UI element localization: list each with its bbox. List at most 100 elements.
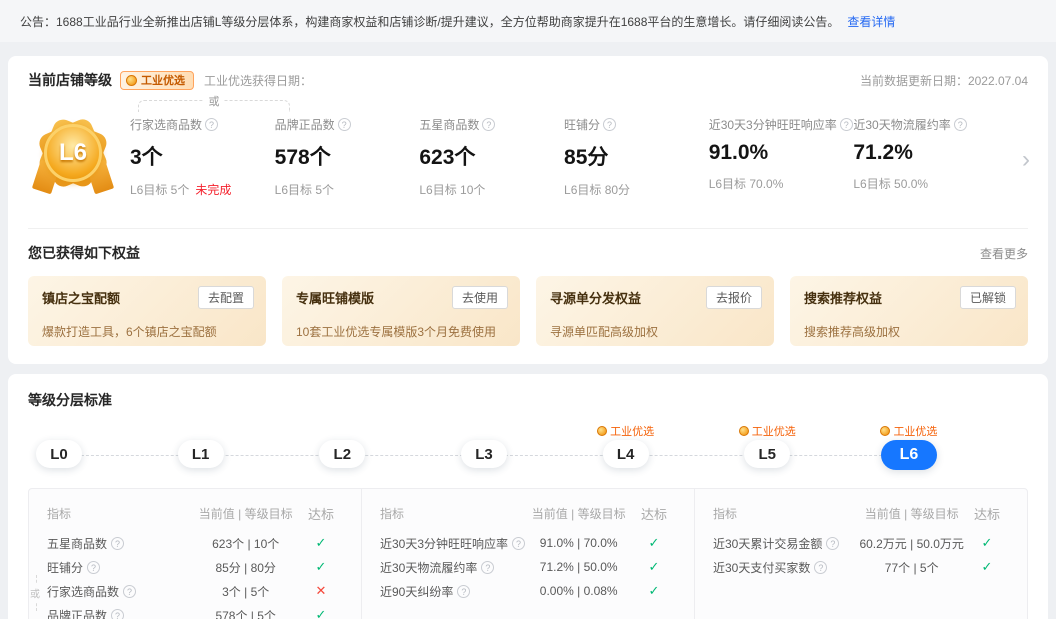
table-row: 五星商品数? 623个 | 10个 ✓ [47,531,343,555]
benefit-action-configure-button[interactable]: 去配置 [198,286,254,309]
benefit-card-shop-template: 专属旺铺模版 去使用 10套工业优选专属模版3个月免费使用 [282,276,520,346]
industry-select-label: 工业优选 [610,423,654,439]
level-pill-l4[interactable]: L4 [603,440,649,468]
benefit-desc: 搜索推荐高级加权 [804,323,1014,340]
table-row: 近30天物流履约率? 71.2% | 50.0% ✓ [380,555,676,579]
cross-icon: ✕ [299,583,343,599]
level-pill-l6-active[interactable]: L6 [881,440,937,470]
announcement-text: 公告：1688工业品行业全新推出店铺L等级分层体系，构建商家权益和店铺诊断/提升… [20,13,839,30]
benefit-cards: 镇店之宝配额 去配置 爆款打造工具，6个镇店之宝配额 专属旺铺模版 去使用 10… [28,276,1028,346]
industry-select-badge: 工业优选 [120,71,194,90]
question-icon[interactable]: ? [457,585,470,598]
benefits-title: 您已获得如下权益 [28,243,140,263]
chevron-right-icon[interactable]: › [1022,148,1030,172]
metric-target: L6目标 70.0% [709,177,784,191]
table-row: 旺铺分? 85分 | 80分 ✓ [47,555,343,579]
table-header-row: 指标 当前值 | 等级目标 达标 [380,501,676,525]
question-icon[interactable]: ? [338,118,351,131]
level-pill-l2[interactable]: L2 [319,440,365,468]
header-pass: 达标 [299,504,343,523]
benefit-action-use-button[interactable]: 去使用 [452,286,508,309]
metric-shop-score: 旺铺分? 85分 L6目标 80分 [564,116,709,198]
benefit-action-quote-button[interactable]: 去报价 [706,286,762,309]
medal-core: L6 [44,124,102,182]
level-pill-l3[interactable]: L3 [461,440,507,468]
question-icon[interactable]: ? [123,585,136,598]
criteria-group-trade: 指标 当前值 | 等级目标 达标 近30天累计交易金额? 60.2万元 | 50… [694,489,1027,619]
metric-value: 623个 [419,141,564,171]
announcement-detail-link[interactable]: 查看详情 [847,13,895,30]
benefit-desc: 爆款打造工具，6个镇店之宝配额 [42,323,252,340]
table-row: 近30天累计交易金额? 60.2万元 | 50.0万元 ✓ [713,531,1009,555]
table-header-row: 指标 当前值 | 等级目标 达标 [47,501,343,525]
level-pill-l5[interactable]: L5 [744,440,790,468]
benefit-card-sourcing-dispatch: 寻源单分发权益 去报价 寻源单匹配高级加权 [536,276,774,346]
metric-brand-products: 品牌正品数? 578个 L6目标 5个 [275,116,420,198]
or-connector: 或 [138,100,290,112]
level-pill-l1[interactable]: L1 [178,440,224,468]
header-metric: 指标 [713,505,858,522]
benefits-more-link[interactable]: 查看更多 [980,245,1028,262]
question-icon[interactable]: ? [87,561,100,574]
table-header-row: 指标 当前值 | 等级目标 达标 [713,501,1009,525]
metric-value: 71.2% [853,141,998,165]
level-item-l5: 工业优选 L5 [736,422,798,470]
question-icon[interactable]: ? [826,537,839,550]
check-icon: ✓ [299,559,343,575]
metric-label: 旺铺分 [564,116,600,133]
metric-target: L6目标 80分 [564,183,630,197]
metric-target: L6目标 50.0% [853,177,928,191]
tier-standards-title: 等级分层标准 [28,390,1028,410]
question-icon[interactable]: ? [111,609,124,619]
header-value: 当前值 | 等级目标 [858,505,965,522]
metric-value: 3个 [130,141,275,171]
section-divider [28,228,1028,229]
current-level-title: 当前店铺等级 [28,70,112,90]
question-icon[interactable]: ? [840,118,853,131]
check-icon: ✓ [965,559,1009,575]
check-icon: ✓ [299,535,343,551]
question-icon[interactable]: ? [481,561,494,574]
level-pills: L0 L1 L2 L3 工业优选 L4 工业优选 L5 [28,422,940,470]
check-icon: ✓ [965,535,1009,551]
metric-label: 行家选商品数 [130,116,202,133]
benefit-desc: 寻源单匹配高级加权 [550,323,760,340]
industry-select-label: 工业优选 [893,423,937,439]
question-icon[interactable]: ? [814,561,827,574]
level-medal: L6 [34,116,112,202]
question-icon[interactable]: ? [205,118,218,131]
level-pill-l0[interactable]: L0 [36,440,82,468]
header-value: 当前值 | 等级目标 [192,505,299,522]
medal-level-text: L6 [59,139,87,167]
level-track: L0 L1 L2 L3 工业优选 L4 工业优选 L5 [28,422,1028,474]
tier-criteria-table: 指标 当前值 | 等级目标 达标 五星商品数? 623个 | 10个 ✓ 旺铺分… [28,488,1028,619]
question-icon[interactable]: ? [512,537,525,550]
table-row: 近30天支付买家数? 77个 | 5个 ✓ [713,555,1009,579]
check-icon: ✓ [632,583,676,599]
current-level-body: L6 或 行家选商品数? 3个 L6目标 5个未完成 品牌正品数? 578个 L… [28,116,1028,212]
question-icon[interactable]: ? [111,537,124,550]
metric-logistics-rate: 近30天物流履约率? 71.2% L6目标 50.0% [853,116,998,198]
industry-select-label: 工业优选 [752,423,796,439]
table-row: 行家选商品数? 3个 | 5个 ✕ [47,579,343,603]
announcement-bar: 公告：1688工业品行业全新推出店铺L等级分层体系，构建商家权益和店铺诊断/提升… [0,0,1056,42]
benefit-action-unlocked-button[interactable]: 已解锁 [960,286,1016,309]
table-row: 近30天3分钟旺旺响应率? 91.0% | 70.0% ✓ [380,531,676,555]
metric-label: 五星商品数 [419,116,479,133]
level-item-l6: 工业优选 L6 [878,422,940,470]
metric-five-star-products: 五星商品数? 623个 L6目标 10个 [419,116,564,198]
benefit-title: 寻源单分发权益 [550,291,641,306]
or-connector-vertical: 或 [36,575,37,611]
level-item-l0: L0 [28,422,90,470]
metric-target: L6目标 5个 [275,183,334,197]
level-item-l3: L3 [453,422,515,470]
header-metric: 指标 [47,505,192,522]
check-icon: ✓ [632,559,676,575]
metric-value: 85分 [564,141,709,171]
table-row: 品牌正品数? 578个 | 5个 ✓ [47,603,343,619]
question-icon[interactable]: ? [954,118,967,131]
question-icon[interactable]: ? [603,118,616,131]
question-icon[interactable]: ? [482,118,495,131]
header-metric: 指标 [380,505,525,522]
industry-select-badge-label: 工业优选 [141,72,185,88]
